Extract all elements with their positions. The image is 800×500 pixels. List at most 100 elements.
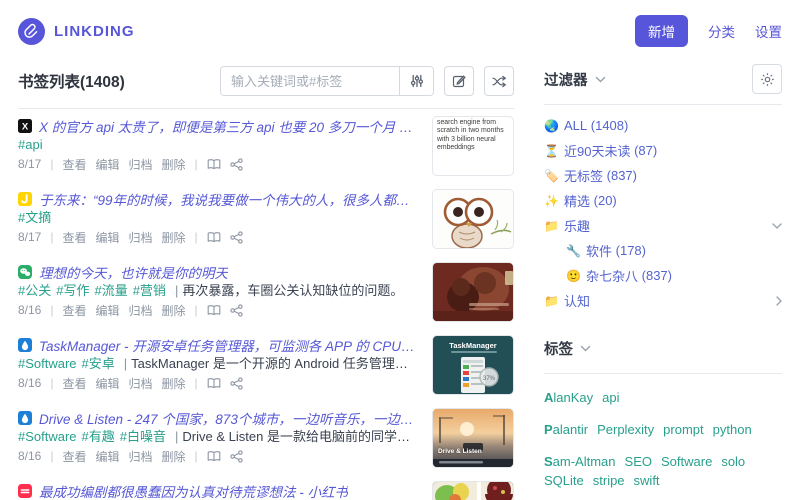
tag-link[interactable]: AlanKay [544, 388, 593, 407]
search-input[interactable] [221, 67, 399, 95]
bookmark-title-link[interactable]: Drive & Listen - 247 个国家，873个城市，一边听音乐，一边… [39, 408, 418, 427]
tag-link[interactable]: prompt [663, 420, 703, 439]
filter-item-unread-90d[interactable]: ⏳ 近90天未读 (87) [544, 138, 782, 163]
bookmark-tag[interactable]: #api [18, 137, 43, 152]
delete-action[interactable]: 删除 [162, 375, 186, 392]
bookmark-tag[interactable]: #流量 [94, 283, 127, 298]
filter-item-misc[interactable]: 🙂 杂七杂八 (837) [544, 263, 782, 288]
tag-link[interactable]: Sam-Altman [544, 452, 616, 471]
reader-view-icon[interactable] [207, 158, 221, 170]
filter-label: 乐趣 [564, 219, 591, 234]
bookmark-tag[interactable]: #有趣 [82, 429, 115, 444]
filter-count: (178) [615, 243, 646, 258]
filter-item-untagged[interactable]: 🏷️ 无标签 (837) [544, 163, 782, 188]
view-action[interactable]: 查看 [62, 229, 86, 246]
search-options-button[interactable] [399, 67, 433, 95]
tag-link[interactable]: Palantir [544, 420, 588, 439]
share-icon[interactable] [230, 449, 243, 463]
tag-link[interactable]: stripe [593, 471, 625, 490]
view-action[interactable]: 查看 [62, 156, 86, 173]
bookmark-tag[interactable]: #写作 [56, 283, 89, 298]
tag-link[interactable]: swift [634, 471, 660, 490]
delete-action[interactable]: 删除 [162, 156, 186, 173]
tag-link[interactable]: api [602, 388, 619, 407]
bookmark-content: TaskManager - 开源安卓任务管理器，可监测各 APP 的 CPU、内… [18, 335, 418, 395]
filter-settings-button[interactable] [752, 64, 782, 94]
edit-action[interactable]: 编辑 [96, 302, 120, 319]
reader-view-icon[interactable] [207, 450, 221, 462]
bookmark-tag[interactable]: #白噪音 [120, 429, 166, 444]
bookmark-tag[interactable]: #文摘 [18, 210, 51, 225]
tag-link[interactable]: python [713, 420, 752, 439]
chevron-down-icon[interactable] [595, 76, 606, 83]
view-action[interactable]: 查看 [62, 302, 86, 319]
bookmark-tag[interactable]: #Software [18, 429, 77, 444]
view-action[interactable]: 查看 [62, 448, 86, 465]
bookmark-thumbnail[interactable] [432, 262, 514, 322]
bookmark-title-link[interactable]: X 的官方 api 太贵了，即便是第三方 api 也要 20 多刀一个月 而 t… [39, 116, 418, 135]
nav-settings-link[interactable]: 设置 [755, 21, 782, 41]
delete-action[interactable]: 删除 [162, 448, 186, 465]
bookmark-content: Drive & Listen - 247 个国家，873个城市，一边听音乐，一边… [18, 408, 418, 468]
chevron-down-icon[interactable] [580, 345, 591, 352]
app-logo[interactable]: LINKDING [18, 17, 135, 45]
edit-action[interactable]: 编辑 [96, 229, 120, 246]
archive-action[interactable]: 归档 [129, 375, 153, 392]
share-icon[interactable] [230, 376, 243, 390]
tag-link[interactable]: Perplexity [597, 420, 654, 439]
bookmark-thumbnail[interactable]: TaskManager 37% [432, 335, 514, 395]
share-icon[interactable] [230, 303, 243, 317]
bookmark-title-link[interactable]: 最成功编剧都很愚蠢因为认真对待荒谬想法 - 小红书 [39, 481, 348, 500]
reader-view-icon[interactable] [207, 231, 221, 243]
filter-count: (1408) [590, 118, 629, 133]
bookmark-tag[interactable]: #安卓 [82, 356, 115, 371]
favicon-xiaohongshu-icon [18, 483, 32, 498]
edit-action[interactable]: 编辑 [96, 448, 120, 465]
sidebar: 过滤器 🌏 ALL (1408) ⏳ 近90天未读 (87) 🏷️ 无标签 (8… [544, 60, 782, 500]
filter-item-software[interactable]: 🔧 软件 (178) [544, 238, 782, 263]
edit-action[interactable]: 编辑 [96, 156, 120, 173]
delete-action[interactable]: 删除 [162, 302, 186, 319]
bookmark-thumbnail[interactable]: Drive & Listen [432, 408, 514, 468]
edit-pencil-icon [452, 74, 466, 88]
chevron-right-icon[interactable] [776, 295, 782, 306]
chevron-down-icon[interactable] [772, 222, 782, 229]
bookmark-title-link[interactable]: 理想的今天，也许就是你的明天 [39, 262, 228, 281]
reader-view-icon[interactable] [207, 304, 221, 316]
hourglass-icon: ⏳ [544, 143, 559, 158]
bookmark-title-link[interactable]: 于东来：“99年的时候，我说我要做一个伟大的人，很多人都说我 [39, 189, 418, 208]
edit-action[interactable]: 编辑 [96, 375, 120, 392]
wrench-icon: 🔧 [566, 243, 581, 258]
archive-action[interactable]: 归档 [129, 302, 153, 319]
delete-action[interactable]: 删除 [162, 229, 186, 246]
archive-action[interactable]: 归档 [129, 156, 153, 173]
filter-label: 软件 [586, 244, 613, 259]
filter-folder-fun[interactable]: 📁 乐趣 [544, 213, 782, 238]
bulk-edit-button[interactable] [444, 66, 474, 96]
archive-action[interactable]: 归档 [129, 229, 153, 246]
reader-view-icon[interactable] [207, 377, 221, 389]
bookmark-tag[interactable]: #公关 [18, 283, 51, 298]
tag-link[interactable]: solo [721, 452, 745, 471]
tag-link[interactable]: Software [661, 452, 712, 471]
bookmark-title-link[interactable]: TaskManager - 开源安卓任务管理器，可监测各 APP 的 CPU、内… [39, 335, 418, 354]
bookmark-tag[interactable]: #Software [18, 356, 77, 371]
filter-folder-cognition[interactable]: 📁 认知 [544, 288, 782, 313]
bookmark-thumbnail[interactable]: search engine from scratch in two months… [432, 116, 514, 176]
bookmark-toolbar: 书签列表(1408) [18, 60, 514, 108]
share-icon[interactable] [230, 230, 243, 244]
bookmark-thumbnail[interactable] [432, 481, 514, 500]
bookmark-tag[interactable]: #营销 [133, 283, 166, 298]
app-title: LINKDING [54, 22, 135, 40]
tag-link[interactable]: SQLite [544, 471, 584, 490]
bookmark-thumbnail[interactable] [432, 189, 514, 249]
archive-action[interactable]: 归档 [129, 448, 153, 465]
add-bookmark-button[interactable]: 新增 [635, 15, 688, 47]
filter-item-featured[interactable]: ✨ 精选 (20) [544, 188, 782, 213]
view-action[interactable]: 查看 [62, 375, 86, 392]
tag-link[interactable]: SEO [625, 452, 652, 471]
nav-categories-link[interactable]: 分类 [708, 21, 735, 41]
share-icon[interactable] [230, 157, 243, 171]
random-order-button[interactable] [484, 66, 514, 96]
filter-item-all[interactable]: 🌏 ALL (1408) [544, 113, 782, 138]
